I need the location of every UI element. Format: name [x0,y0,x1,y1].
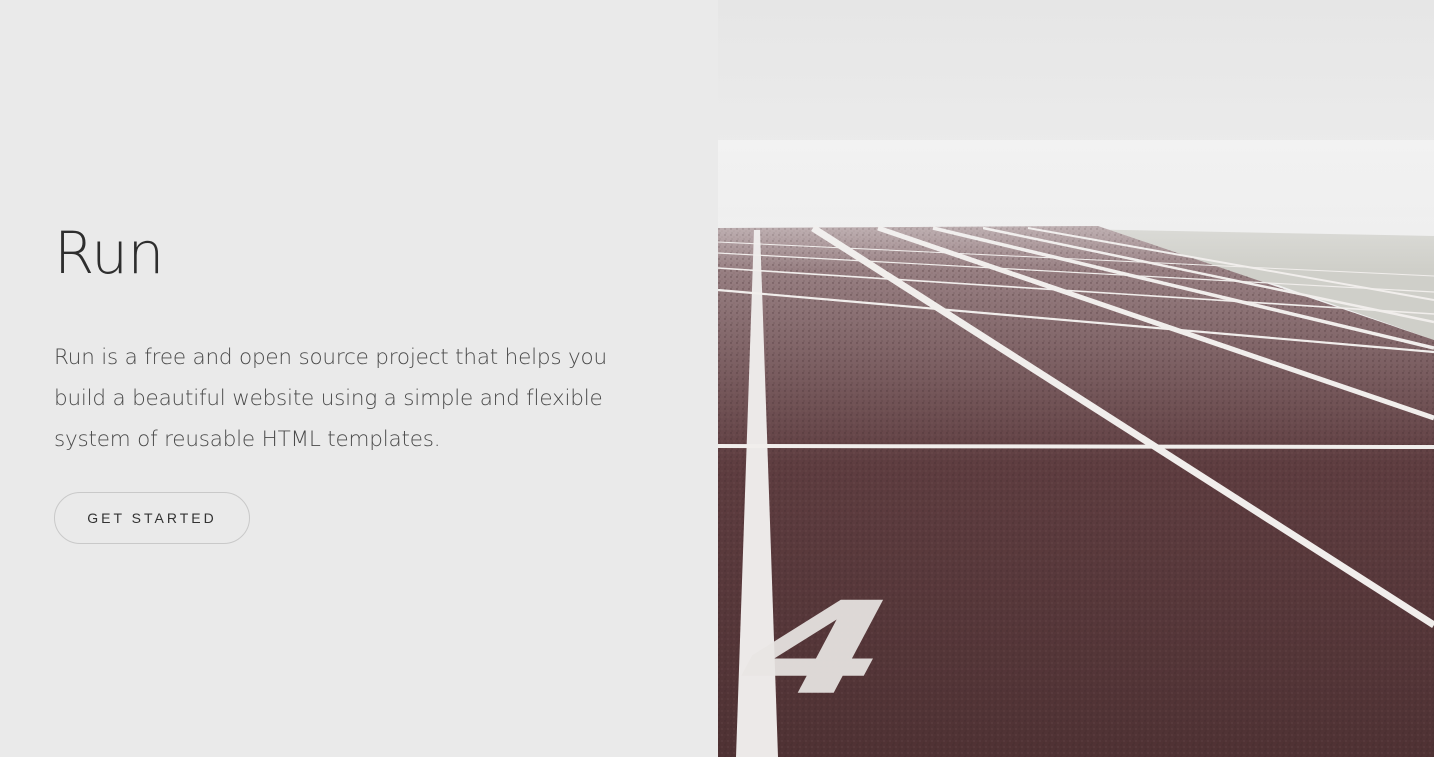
hero-description: Run is a free and open source project th… [54,345,607,452]
hero-image: 4 [718,0,1434,757]
hero-page: Run Run is a free and open source projec… [0,0,1434,757]
page-title: Run [54,219,164,287]
running-track-photo: 4 [718,0,1434,757]
get-started-button[interactable]: GET STARTED [54,492,250,544]
hero-text-panel: Run Run is a free and open source projec… [0,0,718,757]
